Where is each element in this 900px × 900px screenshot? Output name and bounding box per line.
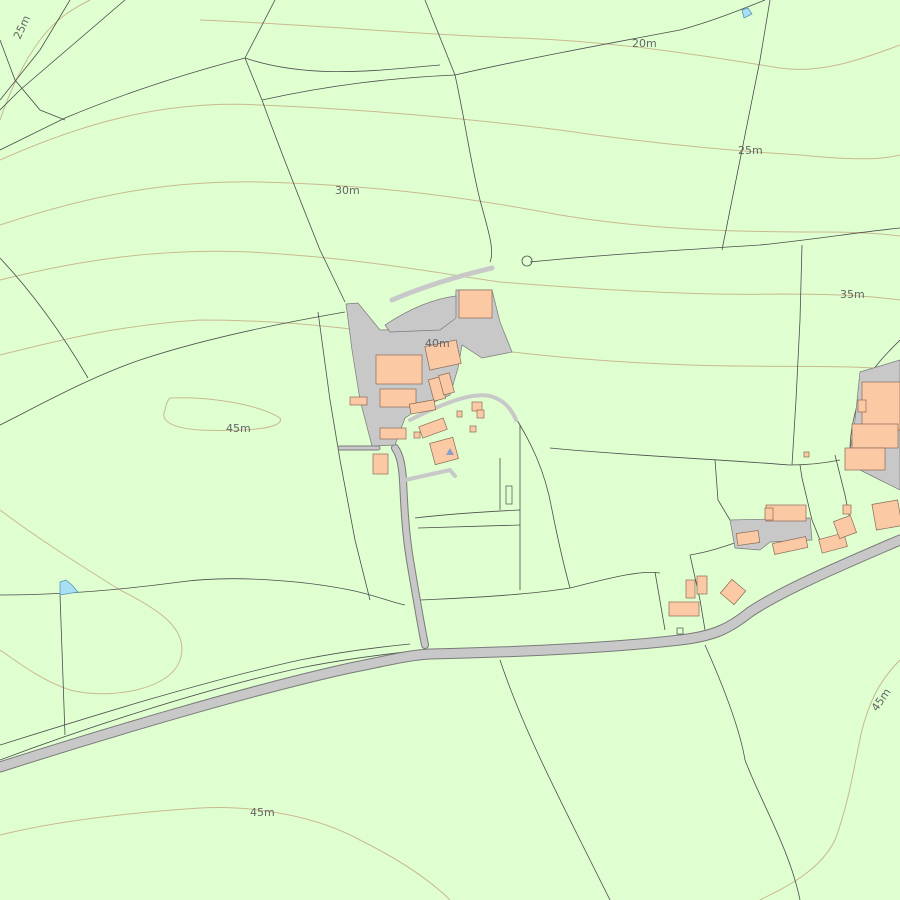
contour-label-40m: 40m (425, 337, 450, 350)
building (458, 289, 493, 319)
building (375, 354, 423, 385)
contour-label-35m: 35m (840, 288, 865, 301)
building (685, 579, 696, 599)
building (803, 451, 810, 458)
building (851, 423, 899, 449)
contour-label-45m-sw: 45m (250, 806, 275, 819)
building (668, 601, 700, 617)
building (861, 381, 900, 431)
building (735, 530, 761, 546)
building (471, 401, 483, 412)
building (456, 410, 463, 418)
contour-label-25m-ne: 25m (738, 144, 763, 157)
building (842, 504, 852, 515)
building (696, 575, 708, 595)
building (844, 447, 886, 471)
building (476, 409, 485, 419)
contour-label-30m: 30m (335, 184, 360, 197)
contour-label-20m: 20m (632, 37, 657, 50)
building (372, 453, 389, 475)
building (871, 499, 900, 531)
building (469, 425, 477, 433)
building (857, 399, 867, 413)
contour-label-45m-w: 45m (226, 422, 251, 435)
building (764, 507, 774, 521)
building (379, 427, 407, 440)
building (413, 431, 421, 439)
map-canvas[interactable]: 25m 20m 25m 30m 35m 40m 45m 45m 45m (0, 0, 900, 900)
building (349, 396, 368, 406)
